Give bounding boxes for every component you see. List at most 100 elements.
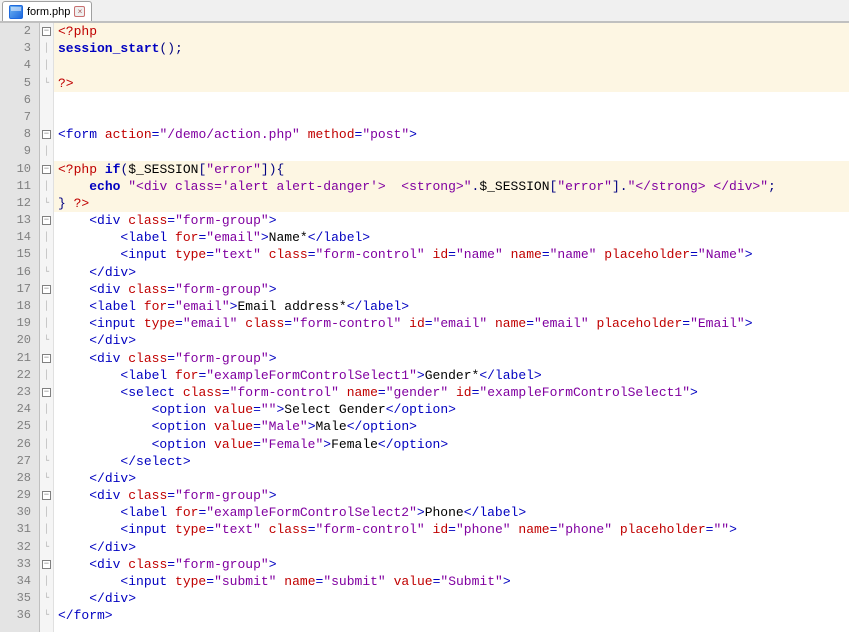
line-number: 28 — [0, 470, 39, 487]
code-line[interactable]: <div class="form-group"> — [54, 212, 849, 229]
code-line[interactable]: <?php if($_SESSION["error"]){ — [54, 161, 849, 178]
fold-toggle-icon[interactable]: − — [42, 491, 51, 500]
line-number: 24 — [0, 401, 39, 418]
line-number: 25 — [0, 418, 39, 435]
line-number: 15 — [0, 246, 39, 263]
fold-cell: │ — [40, 367, 53, 384]
fold-guide: │ — [44, 60, 49, 70]
fold-toggle-icon[interactable]: − — [42, 388, 51, 397]
line-number: 8 — [0, 126, 39, 143]
fold-cell: │ — [40, 521, 53, 538]
fold-guide: │ — [44, 301, 49, 311]
code-line[interactable]: <?php — [54, 23, 849, 40]
code-line[interactable]: <option value="">Select Gender</option> — [54, 401, 849, 418]
fold-column: −││└−│−│└−││└−││└−│−│││└└−││└−│└└ — [40, 23, 54, 632]
code-line[interactable]: <select class="form-control" name="gende… — [54, 384, 849, 401]
code-line[interactable]: <label for="email">Name*</label> — [54, 229, 849, 246]
code-line[interactable] — [54, 92, 849, 109]
line-number: 7 — [0, 109, 39, 126]
code-line[interactable]: </div> — [54, 590, 849, 607]
line-number: 16 — [0, 264, 39, 281]
fold-cell: └ — [40, 590, 53, 607]
code-line[interactable]: <div class="form-group"> — [54, 281, 849, 298]
line-number: 22 — [0, 367, 39, 384]
fold-end: └ — [44, 267, 49, 277]
fold-guide: │ — [44, 181, 49, 191]
line-number: 9 — [0, 143, 39, 160]
code-line[interactable]: <option value="Male">Male</option> — [54, 418, 849, 435]
fold-toggle-icon[interactable]: − — [42, 285, 51, 294]
fold-end: └ — [44, 456, 49, 466]
code-line[interactable]: ?> — [54, 75, 849, 92]
code-line[interactable]: echo "<div class='alert alert-danger'> <… — [54, 178, 849, 195]
fold-toggle-icon[interactable]: − — [42, 165, 51, 174]
tab-label: form.php — [27, 6, 70, 18]
code-line[interactable]: <label for="exampleFormControlSelect1">G… — [54, 367, 849, 384]
code-line[interactable]: } ?> — [54, 195, 849, 212]
code-line[interactable]: <label for="exampleFormControlSelect2">P… — [54, 504, 849, 521]
fold-end: └ — [44, 335, 49, 345]
line-number: 26 — [0, 436, 39, 453]
tab-bar: form.php × — [0, 0, 849, 22]
line-number: 23 — [0, 384, 39, 401]
line-number: 5 — [0, 75, 39, 92]
line-number: 21 — [0, 350, 39, 367]
fold-cell: │ — [40, 504, 53, 521]
fold-guide: │ — [44, 146, 49, 156]
code-line[interactable]: <option value="Female">Female</option> — [54, 436, 849, 453]
fold-cell: │ — [40, 298, 53, 315]
fold-end: └ — [44, 593, 49, 603]
code-line[interactable]: </div> — [54, 264, 849, 281]
fold-cell: │ — [40, 143, 53, 160]
fold-cell: │ — [40, 246, 53, 263]
code-line[interactable] — [54, 109, 849, 126]
fold-cell: − — [40, 212, 53, 229]
code-line[interactable]: <div class="form-group"> — [54, 487, 849, 504]
line-number-gutter: 2345678910111213141516171819202122232425… — [0, 23, 40, 632]
fold-toggle-icon[interactable]: − — [42, 130, 51, 139]
line-number: 27 — [0, 453, 39, 470]
fold-cell: └ — [40, 453, 53, 470]
fold-cell: − — [40, 281, 53, 298]
code-line[interactable]: session_start(); — [54, 40, 849, 57]
code-line[interactable] — [54, 57, 849, 74]
fold-guide: │ — [44, 318, 49, 328]
fold-cell: └ — [40, 470, 53, 487]
code-line[interactable]: <input type="text" class="form-control" … — [54, 246, 849, 263]
fold-end: └ — [44, 473, 49, 483]
fold-cell: − — [40, 126, 53, 143]
line-number: 34 — [0, 573, 39, 590]
fold-toggle-icon[interactable]: − — [42, 27, 51, 36]
line-number: 30 — [0, 504, 39, 521]
code-line[interactable]: <input type="text" class="form-control" … — [54, 521, 849, 538]
code-line[interactable]: </div> — [54, 539, 849, 556]
fold-cell: └ — [40, 539, 53, 556]
code-line[interactable] — [54, 143, 849, 160]
code-line[interactable]: </div> — [54, 332, 849, 349]
code-line[interactable]: <div class="form-group"> — [54, 350, 849, 367]
code-line[interactable]: </select> — [54, 453, 849, 470]
code-line[interactable]: <div class="form-group"> — [54, 556, 849, 573]
code-line[interactable]: <input type="submit" name="submit" value… — [54, 573, 849, 590]
fold-cell: │ — [40, 401, 53, 418]
fold-end: └ — [44, 542, 49, 552]
code-line[interactable]: <input type="email" class="form-control"… — [54, 315, 849, 332]
code-area[interactable]: <?phpsession_start(); ?> <form action="/… — [54, 23, 849, 632]
fold-toggle-icon[interactable]: − — [42, 560, 51, 569]
fold-toggle-icon[interactable]: − — [42, 354, 51, 363]
code-line[interactable]: <label for="email">Email address*</label… — [54, 298, 849, 315]
tab-form-php[interactable]: form.php × — [2, 1, 92, 21]
fold-toggle-icon[interactable]: − — [42, 216, 51, 225]
line-number: 14 — [0, 229, 39, 246]
close-icon[interactable]: × — [74, 6, 85, 17]
code-editor[interactable]: 2345678910111213141516171819202122232425… — [0, 22, 849, 632]
fold-cell — [40, 92, 53, 109]
code-line[interactable]: </form> — [54, 607, 849, 624]
code-line[interactable]: </div> — [54, 470, 849, 487]
fold-end: └ — [44, 78, 49, 88]
fold-cell: └ — [40, 195, 53, 212]
code-line[interactable]: <form action="/demo/action.php" method="… — [54, 126, 849, 143]
fold-guide: │ — [44, 370, 49, 380]
fold-cell: │ — [40, 418, 53, 435]
fold-guide: │ — [44, 576, 49, 586]
